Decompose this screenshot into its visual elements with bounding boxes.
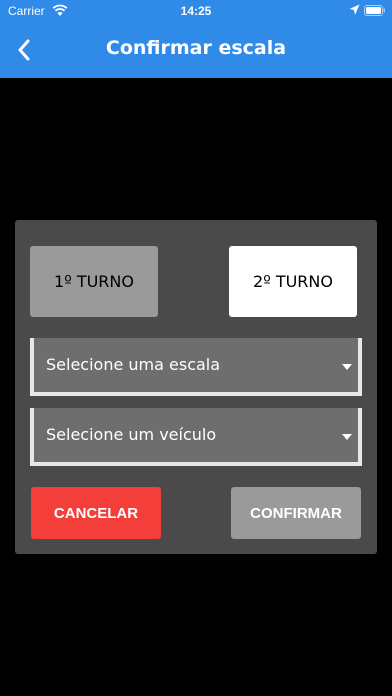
vehicle-select-placeholder: Selecione um veículo bbox=[46, 425, 217, 444]
second-shift-button[interactable]: 2º TURNO bbox=[229, 246, 357, 317]
first-shift-label: 1º TURNO bbox=[54, 272, 134, 291]
location-icon bbox=[349, 4, 360, 15]
confirm-schedule-dialog: 1º TURNO 2º TURNO Selecione uma escala S… bbox=[15, 220, 377, 554]
first-shift-button[interactable]: 1º TURNO bbox=[30, 246, 158, 317]
cancel-button-label: CANCELAR bbox=[53, 504, 139, 522]
schedule-select[interactable]: Selecione uma escala bbox=[30, 338, 362, 396]
status-bar: Carrier 14:25 bbox=[0, 0, 392, 22]
confirm-button[interactable]: CONFIRMAR bbox=[231, 487, 361, 539]
schedule-select-placeholder: Selecione uma escala bbox=[46, 355, 221, 374]
caret-down-icon bbox=[342, 364, 352, 370]
confirm-button-label: CONFIRMAR bbox=[250, 504, 342, 522]
battery-icon bbox=[364, 5, 385, 16]
clock: 14:25 bbox=[180, 4, 212, 18]
vehicle-select[interactable]: Selecione um veículo bbox=[30, 408, 362, 466]
second-shift-label: 2º TURNO bbox=[253, 272, 333, 291]
page-title: Confirmar escala bbox=[105, 37, 287, 59]
caret-down-icon bbox=[342, 434, 352, 440]
nav-bar: Confirmar escala bbox=[0, 22, 392, 78]
cancel-button[interactable]: CANCELAR bbox=[31, 487, 161, 539]
